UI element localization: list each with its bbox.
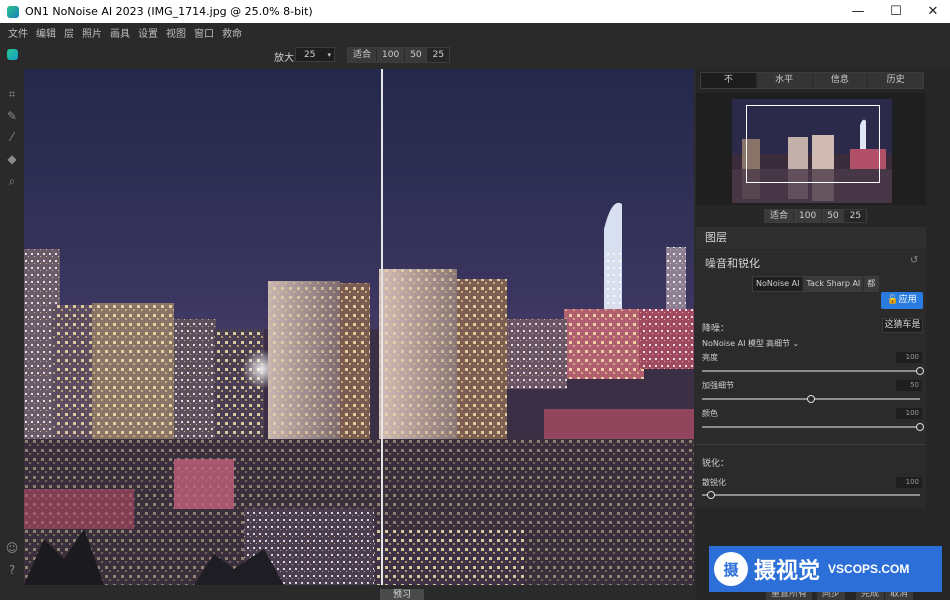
eraser-icon[interactable]: ◆ xyxy=(4,151,20,167)
reset-button[interactable]: 这猜车是 xyxy=(882,318,923,333)
watermark-text: 摄视觉 xyxy=(754,559,821,584)
color-knob[interactable] xyxy=(916,423,924,431)
menu-layer[interactable]: 层 xyxy=(64,25,74,40)
eyedropper-icon[interactable]: ⁄ xyxy=(4,129,20,145)
close-button[interactable]: ✕ xyxy=(910,0,950,23)
layers-header[interactable]: 图层 xyxy=(696,227,926,249)
color-value[interactable]: 100 xyxy=(896,408,922,419)
right-panel: 不 水平 信息 历史 适合 100 50 25 图层 噪音和锐化 ↺ NoNoi… xyxy=(696,68,950,600)
sharpen-knob[interactable] xyxy=(706,491,715,499)
menu-photo[interactable]: 照片 xyxy=(82,25,102,40)
user-icon[interactable]: ☺ xyxy=(4,540,20,556)
tool-rail: ⌗ ✎ ⁄ ◆ ⌕ ☺ ? xyxy=(0,68,24,600)
chevron-down-icon: ⌄ xyxy=(792,339,800,348)
nav-zoom-25-button[interactable]: 25 xyxy=(844,210,867,222)
zoom-100-button[interactable]: 100 xyxy=(377,48,406,62)
detail-knob[interactable] xyxy=(807,395,815,403)
chevron-down-icon: ▾ xyxy=(327,50,331,59)
watermark: 摄 摄视觉 VSCOPS.COM xyxy=(709,546,942,592)
color-label: 颜色 xyxy=(702,409,718,418)
canvas-bottom-bar: 预习 xyxy=(0,586,700,600)
zoom-50-button[interactable]: 50 xyxy=(405,48,428,62)
watermark-logo: 摄 xyxy=(714,552,748,586)
detail-track[interactable] xyxy=(702,395,920,403)
tab-none[interactable]: 不 xyxy=(701,73,757,88)
mode-nonoise-button[interactable]: NoNoise AI xyxy=(753,277,804,291)
unlock-icon: 🔓 xyxy=(887,295,899,305)
panel-tabs: 不 水平 信息 历史 xyxy=(700,72,924,89)
brush-icon[interactable]: ✎ xyxy=(4,108,20,124)
luminance-knob[interactable] xyxy=(916,367,924,375)
noise-sharpen-panel: 噪音和锐化 ↺ NoNoise AI Tack Sharp AI 都 🔓应用 降… xyxy=(696,250,926,508)
reset-section-icon[interactable]: ↺ xyxy=(910,255,918,266)
section-title: 噪音和锐化 xyxy=(705,257,760,270)
preview-button[interactable]: 预习 xyxy=(380,589,424,600)
menu-window[interactable]: 窗口 xyxy=(194,25,214,40)
detail-label: 加强细节 xyxy=(702,381,734,390)
sharpen-track[interactable] xyxy=(702,491,920,499)
model-label: NoNoise AI 模型 xyxy=(702,339,764,348)
model-value: 高细节 xyxy=(766,339,790,348)
nav-zoom-100-button[interactable]: 100 xyxy=(794,210,823,222)
navigator xyxy=(696,93,926,205)
navigator-viewport[interactable] xyxy=(746,105,880,183)
mode-buttons: NoNoise AI Tack Sharp AI 都 xyxy=(752,276,880,292)
nav-zoom-fit-button[interactable]: 适合 xyxy=(765,210,795,222)
module-icon[interactable] xyxy=(7,49,18,60)
zoom-25-button[interactable]: 25 xyxy=(427,48,450,62)
tab-history[interactable]: 历史 xyxy=(868,73,923,88)
model-select[interactable]: 高细节 ⌄ xyxy=(766,338,799,349)
menu-settings[interactable]: 设置 xyxy=(138,25,158,40)
menu-file[interactable]: 文件 xyxy=(8,25,28,40)
apply-button[interactable]: 🔓应用 xyxy=(881,292,923,309)
menu-tools[interactable]: 画具 xyxy=(110,25,130,40)
denoise-heading: 降噪： xyxy=(702,324,730,334)
navigator-thumbnail[interactable] xyxy=(732,99,892,203)
tab-levels[interactable]: 水平 xyxy=(756,73,813,88)
toolbar: 放大 25 ▾ 适合 100 50 25 xyxy=(0,42,950,68)
nav-zoom-50-button[interactable]: 50 xyxy=(822,210,845,222)
luminance-label: 亮度 xyxy=(702,353,718,362)
zoom-value: 25 xyxy=(304,49,316,60)
detail-value[interactable]: 50 xyxy=(896,380,922,391)
zoom-icon[interactable]: ⌕ xyxy=(4,173,20,189)
color-track[interactable] xyxy=(702,423,924,431)
luminance-track[interactable] xyxy=(702,367,924,375)
crop-icon[interactable]: ⌗ xyxy=(4,86,20,102)
zoom-select[interactable]: 25 ▾ xyxy=(295,47,335,62)
mode-both-button[interactable]: 都 xyxy=(864,277,879,291)
sharpen-label: 散锐化 xyxy=(702,478,726,487)
before-after-divider[interactable] xyxy=(381,69,383,585)
watermark-url: VSCOPS.COM xyxy=(828,562,910,576)
apply-label: 应用 xyxy=(898,295,917,305)
menu-view[interactable]: 视图 xyxy=(166,25,186,40)
sharpen-heading: 锐化： xyxy=(702,459,730,469)
menu-edit[interactable]: 编辑 xyxy=(36,25,56,40)
city-night-photo xyxy=(24,69,694,585)
tab-info[interactable]: 信息 xyxy=(812,73,869,88)
navigator-zoom-buttons: 适合 100 50 25 xyxy=(764,209,868,223)
menu-bar: 文件 编辑 层 照片 画具 设置 视图 窗口 救命 xyxy=(0,23,950,42)
photo-canvas[interactable] xyxy=(24,69,694,585)
title-bar: ON1 NoNoise AI 2023 (IMG_1714.jpg @ 25.0… xyxy=(0,0,950,23)
help-icon[interactable]: ? xyxy=(4,562,20,578)
menu-help[interactable]: 救命 xyxy=(222,25,242,40)
mode-tacksharp-button[interactable]: Tack Sharp AI xyxy=(803,277,865,291)
section-divider xyxy=(696,444,926,445)
app-icon xyxy=(7,5,19,18)
zoom-buttons: 适合 100 50 25 xyxy=(347,47,451,63)
window-title: ON1 NoNoise AI 2023 (IMG_1714.jpg @ 25.0… xyxy=(25,5,313,18)
zoom-label: 放大 xyxy=(274,53,294,64)
sharpen-value[interactable]: 100 xyxy=(896,477,922,488)
luminance-value[interactable]: 100 xyxy=(896,352,922,363)
zoom-fit-button[interactable]: 适合 xyxy=(348,48,378,62)
